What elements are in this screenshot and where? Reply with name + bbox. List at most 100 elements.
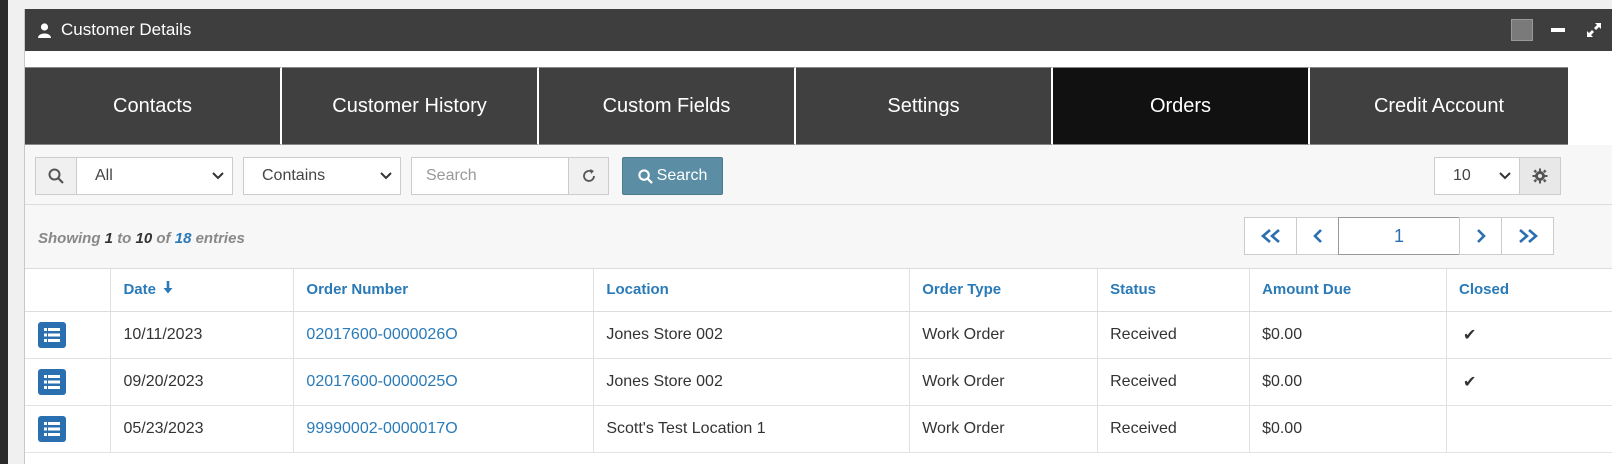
order-type-cell: Work Order bbox=[909, 358, 1099, 406]
summary-total: 18 bbox=[174, 230, 192, 247]
table-info-bar: Showing 1 to 10 of 18 entries 1 bbox=[25, 205, 1612, 269]
search-icon bbox=[638, 168, 653, 184]
window-title: Customer Details bbox=[61, 20, 192, 39]
summary-prefix: Showing bbox=[38, 230, 101, 247]
col-date-label: Date bbox=[123, 281, 156, 299]
tab-credit-account[interactable]: Credit Account bbox=[1310, 67, 1568, 145]
col-closed-header[interactable]: Closed bbox=[1446, 269, 1612, 312]
row-details-button[interactable] bbox=[38, 321, 66, 348]
list-icon bbox=[44, 421, 60, 436]
orders-table: Date Order Number Location Order Type St… bbox=[25, 269, 1612, 453]
prev-page-button[interactable] bbox=[1296, 217, 1339, 255]
chevron-right-icon bbox=[1476, 229, 1486, 243]
next-page-button[interactable] bbox=[1459, 217, 1502, 255]
summary-of-word: of bbox=[156, 230, 171, 247]
page-number-input[interactable]: 1 bbox=[1338, 217, 1460, 255]
closed-check-icon: ✔ bbox=[1446, 311, 1612, 359]
summary-from: 1 bbox=[104, 230, 114, 247]
screen: Customer Details Contacts Customer Histo… bbox=[0, 0, 1612, 464]
date-cell: 05/23/2023 bbox=[110, 405, 295, 453]
settings-button[interactable] bbox=[1519, 157, 1561, 195]
tab-custom-fields[interactable]: Custom Fields bbox=[539, 67, 796, 145]
summary-to: 10 bbox=[135, 230, 153, 247]
list-icon bbox=[44, 374, 60, 389]
row-action-cell bbox=[25, 311, 112, 359]
chevron-down-icon bbox=[380, 172, 392, 180]
order-number-cell: 02017600-0000025O bbox=[293, 358, 595, 406]
page-size-select[interactable]: 10 bbox=[1434, 157, 1520, 195]
search-button[interactable]: Search bbox=[622, 157, 723, 195]
entries-summary: Showing 1 to 10 of 18 entries bbox=[38, 230, 245, 247]
field-select[interactable]: All bbox=[76, 157, 233, 195]
location-cell: Jones Store 002 bbox=[593, 311, 911, 359]
col-status-header[interactable]: Status bbox=[1097, 269, 1251, 312]
page-size-value: 10 bbox=[1453, 167, 1471, 184]
color-square-icon bbox=[1511, 19, 1533, 41]
order-number-link[interactable]: 99990002-0000017O bbox=[306, 420, 457, 437]
last-page-button[interactable] bbox=[1501, 217, 1554, 255]
chevron-down-icon bbox=[212, 172, 224, 180]
status-cell: Received bbox=[1097, 358, 1251, 406]
status-cell: Received bbox=[1097, 405, 1251, 453]
table-row: 09/20/2023 02017600-0000025O Jones Store… bbox=[25, 358, 1612, 406]
order-number-link[interactable]: 02017600-0000026O bbox=[306, 326, 457, 343]
col-order-number-header[interactable]: Order Number bbox=[293, 269, 595, 312]
date-cell: 09/20/2023 bbox=[110, 358, 295, 406]
first-page-button[interactable] bbox=[1244, 217, 1297, 255]
row-details-button[interactable] bbox=[38, 415, 66, 442]
refresh-icon bbox=[582, 169, 595, 182]
tab-customer-history[interactable]: Customer History bbox=[282, 67, 539, 145]
window-titlebar: Customer Details bbox=[25, 9, 1612, 51]
col-location-header[interactable]: Location bbox=[593, 269, 911, 312]
row-details-button[interactable] bbox=[38, 368, 66, 395]
tab-orders[interactable]: Orders bbox=[1053, 67, 1310, 145]
expand-button[interactable] bbox=[1576, 9, 1612, 51]
date-cell: 10/11/2023 bbox=[110, 311, 295, 359]
location-cell: Scott's Test Location 1 bbox=[593, 405, 911, 453]
order-number-link[interactable]: 02017600-0000025O bbox=[306, 373, 457, 390]
search-button-label: Search bbox=[656, 167, 708, 184]
summary-to-word: to bbox=[117, 230, 132, 247]
expand-icon bbox=[1587, 23, 1601, 37]
tab-bar: Contacts Customer History Custom Fields … bbox=[25, 67, 1612, 145]
search-input[interactable]: Search bbox=[411, 157, 569, 195]
col-amount-due-header[interactable]: Amount Due bbox=[1249, 269, 1447, 312]
summary-suffix: entries bbox=[195, 230, 245, 247]
refresh-button[interactable] bbox=[568, 157, 609, 195]
double-chevron-right-icon bbox=[1518, 229, 1538, 243]
col-order-type-header[interactable]: Order Type bbox=[909, 269, 1099, 312]
chevron-left-icon bbox=[1312, 229, 1322, 243]
closed-check-icon: ✔ bbox=[1446, 358, 1612, 406]
amount-due-cell: $0.00 bbox=[1249, 311, 1447, 359]
order-type-cell: Work Order bbox=[909, 405, 1099, 453]
order-type-cell: Work Order bbox=[909, 311, 1099, 359]
minimize-button[interactable] bbox=[1540, 9, 1576, 51]
row-action-cell bbox=[25, 405, 112, 453]
order-number-cell: 02017600-0000026O bbox=[293, 311, 595, 359]
minimize-icon bbox=[1551, 28, 1565, 32]
color-square-button[interactable] bbox=[1504, 9, 1540, 51]
customer-details-window: Customer Details Contacts Customer Histo… bbox=[24, 9, 1612, 464]
gear-icon bbox=[1532, 168, 1548, 184]
operator-select[interactable]: Contains bbox=[243, 157, 401, 195]
table-row: 10/11/2023 02017600-0000026O Jones Store… bbox=[25, 311, 1612, 359]
location-cell: Jones Store 002 bbox=[593, 358, 911, 406]
double-chevron-left-icon bbox=[1260, 229, 1280, 243]
user-icon bbox=[37, 22, 51, 38]
list-icon bbox=[44, 327, 60, 342]
operator-select-value: Contains bbox=[262, 167, 326, 184]
tab-contacts[interactable]: Contacts bbox=[25, 67, 282, 145]
table-row: 05/23/2023 99990002-0000017O Scott's Tes… bbox=[25, 405, 1612, 453]
closed-cell bbox=[1446, 405, 1612, 453]
col-actions-header bbox=[25, 269, 112, 312]
col-date-header[interactable]: Date bbox=[110, 269, 295, 312]
sort-descending-icon bbox=[163, 281, 173, 294]
status-cell: Received bbox=[1097, 311, 1251, 359]
search-icon-addon bbox=[35, 157, 77, 195]
row-action-cell bbox=[25, 358, 112, 406]
amount-due-cell: $0.00 bbox=[1249, 405, 1447, 453]
table-header-row: Date Order Number Location Order Type St… bbox=[25, 269, 1612, 312]
search-icon bbox=[48, 168, 64, 184]
tab-settings[interactable]: Settings bbox=[796, 67, 1053, 145]
amount-due-cell: $0.00 bbox=[1249, 358, 1447, 406]
